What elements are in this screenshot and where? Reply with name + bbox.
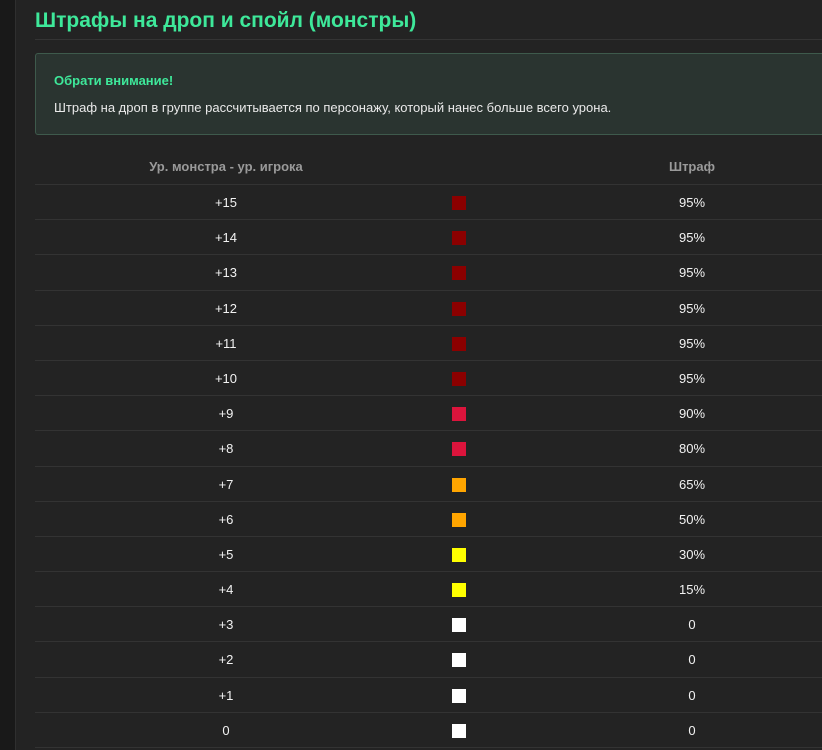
table-row: +4 15% [35, 572, 822, 608]
table-row: +3 0 [35, 607, 822, 643]
penalty-cell: 30% [678, 546, 706, 562]
penalty-cell: 50% [678, 511, 706, 527]
table-row: +6 50% [35, 502, 822, 537]
header-penalty: Штраф [669, 159, 715, 174]
table-row: +9 90% [35, 396, 822, 432]
table-header: Ур. монстра - ур. игрока Штраф [35, 150, 822, 185]
color-swatch [452, 512, 466, 527]
penalty-cell: 95% [678, 335, 706, 351]
table-row: +5 30% [35, 537, 822, 573]
level-diff-cell: +5 [218, 546, 234, 562]
penalty-cell: 0 [688, 722, 696, 738]
color-swatch [452, 618, 466, 633]
level-diff-cell: +1 [218, 687, 234, 703]
penalty-cell: 95% [678, 300, 706, 316]
color-swatch [452, 231, 466, 246]
penalty-cell: 0 [688, 687, 696, 703]
level-diff-cell: +9 [218, 406, 234, 422]
color-swatch [452, 477, 466, 492]
color-swatch [452, 301, 466, 316]
level-diff-cell: +2 [218, 652, 234, 668]
penalty-cell: 95% [678, 265, 706, 281]
level-diff-cell: +15 [214, 195, 238, 210]
header-level-diff: Ур. монстра - ур. игрока [149, 159, 303, 174]
level-diff-cell: +6 [218, 511, 234, 527]
level-diff-cell: +13 [214, 265, 238, 281]
level-diff-cell: +8 [218, 441, 234, 457]
table-row: +15 95% [35, 185, 822, 221]
table-body: +15 95% +14 95% +13 95% +12 95% +11 95% +10 95% +9 90… [35, 185, 822, 748]
color-swatch [452, 688, 466, 703]
color-swatch [452, 407, 466, 422]
penalty-cell: 95% [678, 230, 706, 246]
table-row: +12 95% [35, 291, 822, 326]
table-row: +1 0 [35, 678, 822, 713]
color-swatch [452, 547, 466, 562]
table-row: +2 0 [35, 642, 822, 678]
penalty-cell: 80% [678, 441, 706, 457]
penalty-cell: 65% [678, 476, 706, 492]
table-row: +13 95% [35, 255, 822, 291]
notice-text: Штраф на дроп в группе рассчитывается по… [54, 100, 612, 115]
level-diff-cell: +10 [214, 370, 238, 386]
color-swatch [452, 371, 466, 386]
table-row: +14 95% [35, 220, 822, 256]
table-row: +11 95% [35, 326, 822, 361]
penalty-cell: 95% [678, 370, 706, 386]
table-row: +7 65% [35, 467, 822, 502]
page-title: Штрафы на дроп и спойл (монстры) [35, 9, 417, 32]
level-diff-cell: +4 [218, 582, 234, 598]
color-swatch [452, 266, 466, 281]
penalty-cell: 95% [678, 195, 706, 210]
table-row: +8 80% [35, 431, 822, 467]
penalty-table: Ур. монстра - ур. игрока Штраф +15 95% +14… [35, 150, 822, 748]
level-diff-cell: +12 [214, 300, 238, 316]
level-diff-cell: +11 [215, 335, 237, 351]
level-diff-cell: 0 [222, 722, 230, 738]
level-diff-cell: +14 [214, 230, 238, 246]
color-swatch [452, 196, 466, 210]
color-swatch [452, 442, 466, 457]
color-swatch [452, 653, 466, 668]
penalty-cell: 0 [688, 617, 696, 633]
content-panel: Штрафы на дроп и спойл (монстры) Обрати … [15, 0, 822, 750]
color-swatch [452, 723, 466, 738]
table-row: 00 [35, 713, 822, 748]
level-diff-cell: +3 [218, 617, 234, 633]
notice-box: Обрати внимание! Штраф на дроп в группе … [35, 53, 822, 135]
penalty-cell: 0 [688, 652, 696, 668]
level-diff-cell: +7 [218, 476, 234, 492]
color-swatch [452, 583, 466, 598]
table-row: +10 95% [35, 361, 822, 397]
title-divider [35, 39, 822, 40]
penalty-cell: 15% [678, 582, 706, 598]
color-swatch [452, 336, 466, 351]
penalty-cell: 90% [678, 406, 706, 422]
notice-title: Обрати внимание! [54, 73, 174, 88]
